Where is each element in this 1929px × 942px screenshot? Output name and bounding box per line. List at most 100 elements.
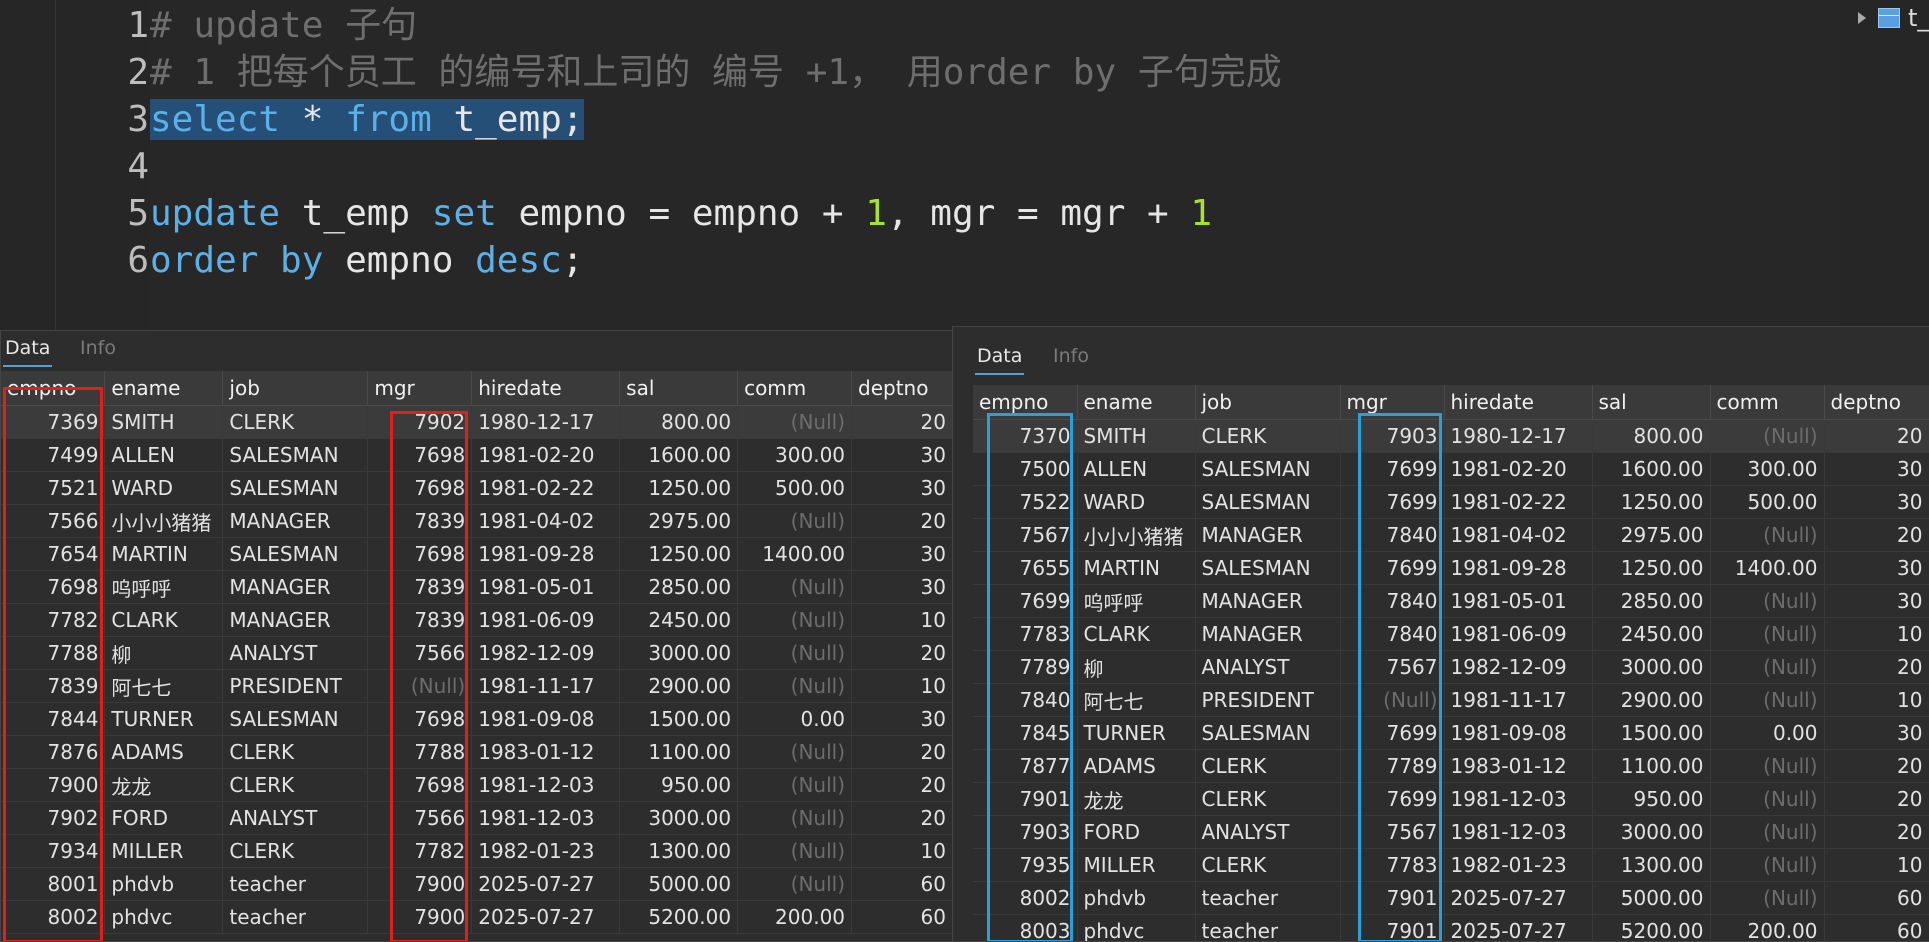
cell-empno[interactable]: 7901 bbox=[973, 783, 1077, 816]
table-row[interactable]: 7903FORDANALYST75671981-12-033000.00(Nul… bbox=[973, 816, 1929, 849]
cell-comm[interactable]: (Null) bbox=[738, 670, 852, 703]
cell-sal[interactable]: 3000.00 bbox=[1592, 651, 1710, 684]
cell-job[interactable]: PRESIDENT bbox=[223, 670, 368, 703]
cell-hiredate[interactable]: 1981-02-22 bbox=[472, 472, 620, 505]
cell-ename[interactable]: WARD bbox=[105, 472, 223, 505]
cell-deptno[interactable]: 20 bbox=[1824, 783, 1929, 816]
cell-deptno[interactable]: 10 bbox=[1824, 618, 1929, 651]
cell-sal[interactable]: 3000.00 bbox=[620, 637, 738, 670]
table-row[interactable]: 7902FORDANALYST75661981-12-033000.00(Nul… bbox=[1, 802, 953, 835]
cell-deptno[interactable]: 20 bbox=[852, 769, 953, 802]
cell-ename[interactable]: 龙龙 bbox=[105, 769, 223, 802]
cell-mgr[interactable]: 7903 bbox=[1340, 420, 1444, 453]
cell-job[interactable]: CLERK bbox=[1195, 750, 1340, 783]
cell-sal[interactable]: 950.00 bbox=[1592, 783, 1710, 816]
cell-job[interactable]: ANALYST bbox=[1195, 651, 1340, 684]
cell-ename[interactable]: phdvc bbox=[105, 901, 223, 934]
cell-mgr[interactable]: 7699 bbox=[1340, 717, 1444, 750]
cell-hiredate[interactable]: 1982-12-09 bbox=[1444, 651, 1592, 684]
cell-job[interactable]: SALESMAN bbox=[223, 472, 368, 505]
cell-comm[interactable]: 0.00 bbox=[1710, 717, 1824, 750]
cell-job[interactable]: teacher bbox=[1195, 915, 1340, 942]
cell-empno[interactable]: 7935 bbox=[973, 849, 1077, 882]
table-row[interactable]: 7782CLARKMANAGER78391981-06-092450.00(Nu… bbox=[1, 604, 953, 637]
cell-empno[interactable]: 7877 bbox=[973, 750, 1077, 783]
tab-data[interactable]: Data bbox=[975, 345, 1024, 375]
cell-job[interactable]: MANAGER bbox=[1195, 618, 1340, 651]
cell-ename[interactable]: ALLEN bbox=[105, 439, 223, 472]
table-row[interactable]: 7876ADAMSCLERK77881983-01-121100.00(Null… bbox=[1, 736, 953, 769]
cell-job[interactable]: SALESMAN bbox=[223, 439, 368, 472]
cell-job[interactable]: MANAGER bbox=[1195, 519, 1340, 552]
cell-job[interactable]: MANAGER bbox=[1195, 585, 1340, 618]
cell-hiredate[interactable]: 1981-05-01 bbox=[1444, 585, 1592, 618]
column-header-ename[interactable]: ename bbox=[1077, 385, 1195, 420]
cell-mgr[interactable]: 7789 bbox=[1340, 750, 1444, 783]
cell-hiredate[interactable]: 1981-11-17 bbox=[1444, 684, 1592, 717]
cell-mgr[interactable]: 7699 bbox=[1340, 453, 1444, 486]
cell-comm[interactable]: 500.00 bbox=[738, 472, 852, 505]
cell-mgr[interactable]: 7698 bbox=[368, 538, 472, 571]
cell-empno[interactable]: 7902 bbox=[1, 802, 105, 835]
cell-deptno[interactable]: 20 bbox=[1824, 750, 1929, 783]
cell-deptno[interactable]: 10 bbox=[852, 835, 953, 868]
table-row[interactable]: 7900龙龙CLERK76981981-12-03950.00(Null)20 bbox=[1, 769, 953, 802]
cell-hiredate[interactable]: 1981-05-01 bbox=[472, 571, 620, 604]
cell-sal[interactable]: 2450.00 bbox=[1592, 618, 1710, 651]
cell-comm[interactable]: (Null) bbox=[1710, 618, 1824, 651]
cell-deptno[interactable]: 10 bbox=[852, 670, 953, 703]
cell-hiredate[interactable]: 1981-12-03 bbox=[472, 802, 620, 835]
cell-sal[interactable]: 800.00 bbox=[620, 406, 738, 439]
cell-comm[interactable]: (Null) bbox=[738, 769, 852, 802]
column-header-sal[interactable]: sal bbox=[620, 371, 738, 406]
table-row[interactable]: 8001phdvbteacher79002025-07-275000.00(Nu… bbox=[1, 868, 953, 901]
cell-ename[interactable]: MARTIN bbox=[1077, 552, 1195, 585]
cell-mgr[interactable]: 7699 bbox=[1340, 486, 1444, 519]
cell-job[interactable]: SALESMAN bbox=[1195, 486, 1340, 519]
cell-sal[interactable]: 3000.00 bbox=[620, 802, 738, 835]
cell-mgr[interactable]: 7901 bbox=[1340, 882, 1444, 915]
cell-mgr[interactable]: 7698 bbox=[368, 769, 472, 802]
cell-sal[interactable]: 1300.00 bbox=[620, 835, 738, 868]
column-header-job[interactable]: job bbox=[223, 371, 368, 406]
cell-ename[interactable]: FORD bbox=[1077, 816, 1195, 849]
table-row[interactable]: 7877ADAMSCLERK77891983-01-121100.00(Null… bbox=[973, 750, 1929, 783]
cell-ename[interactable]: 小小小猪猪 bbox=[1077, 519, 1195, 552]
cell-job[interactable]: ANALYST bbox=[223, 637, 368, 670]
column-header-sal[interactable]: sal bbox=[1592, 385, 1710, 420]
result-grid[interactable]: empnoenamejobmgrhiredatesalcommdeptno 73… bbox=[973, 385, 1929, 942]
cell-ename[interactable]: 阿七七 bbox=[105, 670, 223, 703]
cell-mgr[interactable]: 7900 bbox=[368, 901, 472, 934]
cell-mgr[interactable]: 7840 bbox=[1340, 585, 1444, 618]
cell-ename[interactable]: SMITH bbox=[105, 406, 223, 439]
cell-hiredate[interactable]: 1981-12-03 bbox=[1444, 783, 1592, 816]
cell-deptno[interactable]: 30 bbox=[1824, 717, 1929, 750]
cell-hiredate[interactable]: 2025-07-27 bbox=[472, 901, 620, 934]
table-row[interactable]: 7655MARTINSALESMAN76991981-09-281250.001… bbox=[973, 552, 1929, 585]
cell-ename[interactable]: phdvb bbox=[1077, 882, 1195, 915]
cell-sal[interactable]: 1500.00 bbox=[620, 703, 738, 736]
cell-comm[interactable]: 1400.00 bbox=[1710, 552, 1824, 585]
column-header-hiredate[interactable]: hiredate bbox=[1444, 385, 1592, 420]
cell-deptno[interactable]: 20 bbox=[852, 406, 953, 439]
cell-hiredate[interactable]: 1981-09-28 bbox=[1444, 552, 1592, 585]
cell-sal[interactable]: 1250.00 bbox=[620, 472, 738, 505]
cell-sal[interactable]: 2975.00 bbox=[620, 505, 738, 538]
cell-deptno[interactable]: 30 bbox=[1824, 552, 1929, 585]
table-row[interactable]: 7935MILLERCLERK77831982-01-231300.00(Nul… bbox=[973, 849, 1929, 882]
code-line[interactable]: # 1 把每个员工 的编号和上司的 编号 +1， 用order by 子句完成 bbox=[150, 49, 1282, 96]
cell-job[interactable]: MANAGER bbox=[223, 505, 368, 538]
cell-empno[interactable]: 8003 bbox=[973, 915, 1077, 942]
column-header-mgr[interactable]: mgr bbox=[1340, 385, 1444, 420]
cell-mgr[interactable]: 7783 bbox=[1340, 849, 1444, 882]
cell-deptno[interactable]: 30 bbox=[852, 472, 953, 505]
cell-ename[interactable]: ADAMS bbox=[105, 736, 223, 769]
cell-comm[interactable]: (Null) bbox=[738, 868, 852, 901]
cell-hiredate[interactable]: 1981-02-22 bbox=[1444, 486, 1592, 519]
cell-comm[interactable]: 500.00 bbox=[1710, 486, 1824, 519]
cell-empno[interactable]: 7783 bbox=[973, 618, 1077, 651]
cell-comm[interactable]: 300.00 bbox=[738, 439, 852, 472]
cell-empno[interactable]: 7900 bbox=[1, 769, 105, 802]
table-row[interactable]: 7500ALLENSALESMAN76991981-02-201600.0030… bbox=[973, 453, 1929, 486]
cell-ename[interactable]: MILLER bbox=[1077, 849, 1195, 882]
